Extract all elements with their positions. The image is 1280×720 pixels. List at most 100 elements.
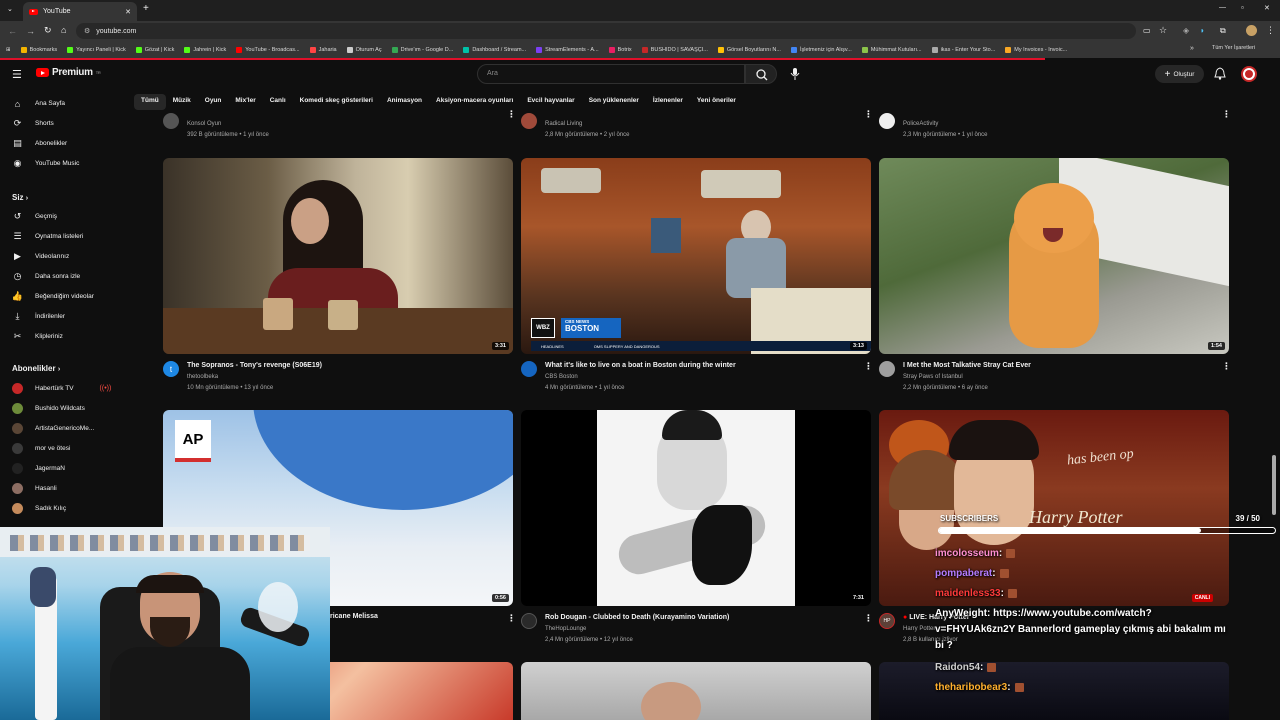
video-channel[interactable]: CBS Boston [545, 374, 578, 380]
bookmark-item[interactable]: Jahrein | Kick [179, 46, 231, 53]
sidebar-item[interactable]: ⤓ İndirilenler [12, 311, 66, 322]
video-channel[interactable]: TheHopLounge [545, 626, 586, 632]
subscriptions-heading[interactable]: Abonelikler › [12, 364, 60, 373]
youtube-logo[interactable]: Premium TR [36, 67, 101, 78]
video-title[interactable]: I Met the Most Talkative Stray Cat Ever [903, 362, 1031, 369]
sidebar-item[interactable]: ☰ Oynatma listeleri [12, 231, 83, 242]
notifications-bell-icon[interactable] [1214, 67, 1226, 80]
video-channel[interactable]: PoliceActivity [903, 121, 938, 127]
video-thumbnail[interactable]: 7:31 [521, 410, 871, 606]
close-tab-icon[interactable]: ✕ [125, 8, 131, 16]
site-info-icon[interactable]: ⚙ [84, 27, 90, 35]
sidebar-item[interactable]: ⌂ Ana Sayfa [12, 98, 65, 109]
sidebar-item[interactable]: Sadık Kılıç [12, 503, 66, 514]
cast-icon[interactable]: ▭ [1143, 26, 1151, 35]
reload-icon[interactable]: ↻ [44, 25, 52, 36]
create-button[interactable]: + Oluştur [1155, 65, 1204, 83]
close-window-icon[interactable]: ✕ [1264, 4, 1270, 12]
bookmark-item[interactable]: İşletmeniz için Alışv... [786, 46, 857, 53]
extension-icon[interactable]: ◗ [1200, 26, 1205, 35]
channel-avatar[interactable]: t [163, 361, 179, 377]
video-thumbnail[interactable]: 1:54 [879, 158, 1229, 354]
sidebar-item[interactable]: Habertürk TV ((•)) [12, 383, 111, 394]
video-title[interactable]: What it's like to live on a boat in Bost… [545, 362, 736, 369]
video-menu-icon[interactable]: ⋮ [864, 613, 873, 624]
video-channel[interactable]: Stray Paws of Istanbul [903, 374, 963, 380]
sidebar-item[interactable]: Bushido Wildcats [12, 403, 85, 414]
bookmark-item[interactable]: Oturum Aç [342, 46, 387, 53]
browser-menu-icon[interactable]: ⋮ [1266, 25, 1275, 36]
channel-avatar[interactable] [879, 113, 895, 129]
filter-chip[interactable]: Evcil hayvanlar [520, 94, 581, 110]
filter-chip[interactable]: Müzik [166, 94, 198, 110]
video-thumbnail[interactable]: WBZ CBS NEWS BOSTON HEADLINES OMS SLIPPER… [521, 158, 871, 354]
bookmark-item[interactable]: BUSHIDO | SAVAŞÇI... [637, 46, 713, 53]
bookmark-item[interactable]: Botrix [604, 46, 637, 53]
filter-chip[interactable]: İzlenenler [646, 94, 690, 110]
back-icon[interactable]: ← [8, 26, 17, 36]
sidebar-item[interactable]: ▶ Videolarınız [12, 251, 69, 262]
video-menu-icon[interactable]: ⋮ [507, 613, 516, 624]
bookmark-star-icon[interactable]: ☆ [1159, 25, 1167, 36]
sidebar-item[interactable]: ⟳ Shorts [12, 118, 54, 129]
new-tab-icon[interactable]: + [143, 3, 149, 14]
forward-icon[interactable]: → [26, 26, 35, 36]
channel-avatar[interactable] [521, 113, 537, 129]
sidebar-item[interactable]: ◷ Daha sonra izle [12, 271, 81, 282]
search-input[interactable]: Ara [477, 64, 745, 84]
tab-youtube[interactable]: YouTube ✕ [23, 2, 137, 21]
bookmark-item[interactable]: Drive'ım - Google D... [387, 46, 459, 53]
sidebar-item[interactable]: ArtistaGenericoMe... [12, 423, 94, 434]
bookmark-item[interactable]: Yayıncı Paneli | Kick [62, 46, 131, 53]
filter-chip[interactable]: Yeni öneriler [690, 94, 743, 110]
home-button-icon[interactable]: ⌂ [61, 25, 66, 35]
video-thumbnail[interactable]: 3:31 [163, 158, 513, 354]
sidebar-item[interactable]: 👍 Beğendiğim videolar [12, 291, 94, 302]
bookmark-item[interactable]: Dashboard / Stream... [458, 46, 531, 53]
filter-chip[interactable]: Animasyon [380, 94, 429, 110]
bookmark-item[interactable]: Bookmarks [16, 46, 63, 53]
page-scrollbar-thumb[interactable] [1272, 455, 1276, 515]
video-thumbnail[interactable] [521, 662, 871, 720]
filter-chip[interactable]: Son yüklenenler [582, 94, 646, 110]
extension-icon[interactable]: ◈ [1183, 26, 1189, 35]
all-bookmarks-link[interactable]: Tüm Yer İşaretleri [1212, 45, 1255, 51]
filter-chip[interactable]: Aksiyon-macera oyunları [429, 94, 520, 110]
profile-avatar[interactable] [1246, 25, 1257, 36]
video-title[interactable]: The Sopranos - Tony's revenge (S06E19) [187, 362, 322, 369]
video-channel[interactable]: Radical Living [545, 121, 582, 127]
bookmark-item[interactable]: Görsel Boyutlarını N... [713, 46, 786, 53]
sidebar-item[interactable]: ↺ Geçmiş [12, 211, 57, 222]
video-title[interactable]: ricane Melissa [330, 613, 378, 620]
you-section-heading[interactable]: Siz › [12, 193, 28, 202]
filter-chip[interactable]: Canlı [263, 94, 293, 110]
bookmark-item[interactable]: Gözat | Kick [131, 46, 180, 53]
guide-menu-icon[interactable]: ☰ [12, 68, 22, 81]
apps-grid-icon[interactable]: ⊞ [0, 47, 16, 53]
voice-search-icon[interactable] [789, 67, 801, 81]
channel-avatar[interactable] [879, 361, 895, 377]
video-channel[interactable]: Konsol Oyun [187, 121, 221, 127]
channel-avatar[interactable] [163, 113, 179, 129]
sidebar-item[interactable]: ▤ Abonelikler [12, 138, 67, 149]
channel-avatar[interactable] [521, 613, 537, 629]
video-menu-icon[interactable]: ⋮ [864, 109, 873, 120]
account-avatar[interactable] [1241, 66, 1257, 82]
bookmark-item[interactable]: ikas - Enter Your Sto... [927, 46, 1001, 53]
more-bookmarks-icon[interactable]: » [1190, 45, 1194, 52]
channel-avatar[interactable] [521, 361, 537, 377]
video-menu-icon[interactable]: ⋮ [1222, 361, 1231, 372]
filter-chip[interactable]: Komedi skeç gösterileri [293, 94, 380, 110]
filter-chip[interactable]: Mix'ler [228, 94, 262, 110]
video-menu-icon[interactable]: ⋮ [864, 361, 873, 372]
sidebar-item[interactable]: ◉ YouTube Music [12, 158, 80, 169]
video-menu-icon[interactable]: ⋮ [507, 109, 516, 120]
search-button[interactable] [745, 64, 777, 84]
filter-chip[interactable]: Oyun [198, 94, 229, 110]
video-title[interactable]: Rob Dougan - Clubbed to Death (Kurayamin… [545, 614, 729, 621]
bookmark-item[interactable]: Jaharia [305, 46, 342, 53]
channel-avatar[interactable]: HP [879, 613, 895, 629]
sidebar-item[interactable]: Hasanli [12, 483, 57, 494]
bookmark-item[interactable]: StreamElements - A... [531, 46, 604, 53]
sidebar-item[interactable]: JagermaN [12, 463, 65, 474]
